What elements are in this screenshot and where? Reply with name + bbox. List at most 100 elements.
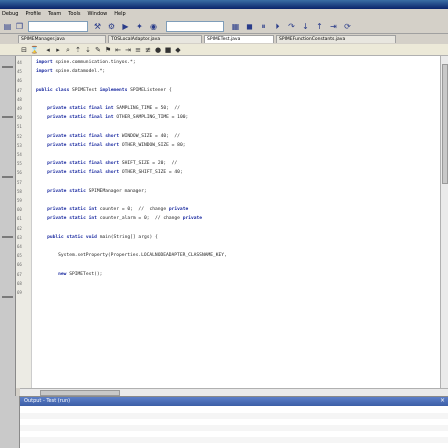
bookmark-icon[interactable]: ⚑ <box>104 46 112 54</box>
line-number: 60 <box>17 207 22 213</box>
line-number: 49 <box>17 106 22 111</box>
toggle-highlight-icon[interactable]: ✎ <box>94 46 102 54</box>
line-number: 58 <box>17 188 22 194</box>
bottom-left-panel <box>0 396 20 448</box>
menu-team[interactable]: Team <box>48 11 61 17</box>
output-window: Output - Test (run) × <box>20 396 448 448</box>
code-line[interactable]: new SPIMETest(); <box>36 272 102 277</box>
code-line[interactable]: private static final int OTHER_SAMPLING_… <box>36 115 188 120</box>
comment-icon[interactable]: ≡ <box>134 46 142 54</box>
code-line[interactable]: public class SPIMETest implements SPIMEL… <box>36 88 172 93</box>
line-number: 47 <box>17 87 22 93</box>
window-titlebar <box>0 0 448 9</box>
build-icon[interactable]: ⚙ <box>106 21 117 32</box>
forward-icon[interactable]: ▸ <box>54 46 62 54</box>
find-next-icon[interactable]: ⇣ <box>84 46 92 54</box>
tab-spimefunctionconstants[interactable]: SPIMEFunctionConstants.java <box>276 35 396 43</box>
line-number: 66 <box>17 262 22 268</box>
line-number: 63 <box>17 234 22 240</box>
code-line[interactable]: private static final int SAMPLING_TIME =… <box>36 106 180 111</box>
shift-right-icon[interactable]: ⇥ <box>124 46 132 54</box>
code-line[interactable]: private static SPIMEManager manager; <box>36 189 147 194</box>
stop-macro-icon[interactable]: ■ <box>164 46 172 54</box>
output-content <box>20 407 448 448</box>
editor-tab-strip: SPIMEManager.java TOSLocalAdaptor.java S… <box>0 34 448 44</box>
code-line[interactable]: private static final short WINDOW_SIZE =… <box>36 134 180 139</box>
profile-icon[interactable]: ◉ <box>148 21 159 32</box>
line-number: 68 <box>17 280 22 286</box>
line-number: 61 <box>17 216 22 222</box>
code-line[interactable]: private static int counter_alarm = 0; //… <box>36 216 202 221</box>
tab-spimemanager[interactable]: SPIMEManager.java <box>18 35 106 43</box>
line-number: 53 <box>17 142 22 148</box>
code-line[interactable]: private static final short SHIFT_SIZE = … <box>36 161 177 166</box>
menu-help[interactable]: Help <box>114 11 125 17</box>
step-out-icon[interactable]: ↑ <box>314 21 325 32</box>
code-line[interactable]: System.setProperty(Properties.LOCALNODEA… <box>36 253 227 258</box>
editor-toolbar: ⊟ ⌛ ◂ ▸ ⌕ ⇡ ⇣ ✎ ⚑ ⇤ ⇥ ≡ ≢ ● ■ ◆ <box>0 44 448 56</box>
memory-combo[interactable] <box>166 21 224 32</box>
output-title: Output - Test (run) <box>24 398 71 404</box>
menu-debug[interactable]: Debug <box>2 11 18 17</box>
code-line[interactable]: import spine.datamodel.*; <box>36 69 105 74</box>
pause-icon[interactable]: ⏸ <box>258 21 269 32</box>
line-number: 46 <box>17 78 22 84</box>
line-number: 65 <box>17 253 22 259</box>
line-number: 56 <box>17 170 22 176</box>
step-over-icon[interactable]: ↷ <box>286 21 297 32</box>
run-to-cursor-icon[interactable]: ⇥ <box>328 21 339 32</box>
gc-icon[interactable]: ▦ <box>230 21 241 32</box>
back-icon[interactable]: ◂ <box>44 46 52 54</box>
menu-bar: Debug Profile Team Tools Window Help <box>0 9 448 19</box>
debug-icon[interactable]: ✦ <box>134 21 145 32</box>
menu-window[interactable]: Window <box>88 11 108 17</box>
new-file-icon[interactable]: ▤ <box>2 21 13 32</box>
step-into-icon[interactable]: ↓ <box>300 21 311 32</box>
line-number: 67 <box>17 271 22 277</box>
horizontal-scrollbar[interactable] <box>20 388 448 396</box>
line-number: 62 <box>17 225 22 231</box>
uncomment-icon[interactable]: ≢ <box>144 46 152 54</box>
output-titlebar: Output - Test (run) × <box>20 397 448 406</box>
line-number: 69 <box>17 290 22 295</box>
vertical-scrollbar[interactable] <box>440 56 448 388</box>
debug-marker-icon[interactable]: ◆ <box>174 46 182 54</box>
line-number: 64 <box>17 244 22 249</box>
open-project-icon[interactable]: ❒ <box>14 21 25 32</box>
line-number: 44 <box>17 60 22 65</box>
code-line[interactable]: import spine.communication.tinyos.*; <box>36 60 136 65</box>
menu-profile[interactable]: Profile <box>25 11 41 17</box>
code-line[interactable]: private static final short OTHER_WINDOW_… <box>36 143 185 148</box>
line-number: 50 <box>17 115 22 121</box>
shift-left-icon[interactable]: ⇤ <box>114 46 122 54</box>
stop-icon[interactable]: ◼ <box>244 21 255 32</box>
line-number: 55 <box>17 161 22 167</box>
code-editor[interactable]: 44 import spine.communication.tinyos.*; 45… <box>16 56 448 388</box>
tab-spimetest[interactable]: SPIMETest.java <box>204 35 274 43</box>
line-number: 52 <box>17 133 22 139</box>
menu-tools[interactable]: Tools <box>68 11 80 17</box>
source-icon[interactable]: ⊟ <box>20 46 28 54</box>
line-number: 45 <box>17 69 22 75</box>
continue-icon[interactable]: ⏵ <box>272 21 283 32</box>
apply-changes-icon[interactable]: ⟳ <box>342 21 353 32</box>
run-icon[interactable]: ▶ <box>120 21 131 32</box>
code-line[interactable]: private static final short OTHER_SHIFT_S… <box>36 170 183 175</box>
close-icon[interactable]: × <box>440 397 445 404</box>
search-icon[interactable]: ⌕ <box>64 46 72 54</box>
record-macro-icon[interactable]: ● <box>154 46 162 54</box>
clean-build-icon[interactable]: ⚒ <box>92 21 103 32</box>
line-number: 59 <box>17 198 22 203</box>
line-number: 54 <box>17 152 22 157</box>
vertical-scroll-thumb[interactable] <box>442 64 448 184</box>
left-tool-panel <box>0 56 16 446</box>
tab-toslocaladaptor[interactable]: TOSLocalAdaptor.java <box>108 35 202 43</box>
code-line[interactable]: public static void main(String[] args) { <box>36 235 158 240</box>
line-number: 48 <box>17 96 22 102</box>
line-number: 51 <box>17 124 22 130</box>
find-prev-icon[interactable]: ⇡ <box>74 46 82 54</box>
config-combo[interactable] <box>28 21 88 32</box>
line-number: 57 <box>17 179 22 185</box>
code-line[interactable]: private static int counter = 0; // chang… <box>36 207 188 212</box>
history-icon[interactable]: ⌛ <box>30 46 39 54</box>
